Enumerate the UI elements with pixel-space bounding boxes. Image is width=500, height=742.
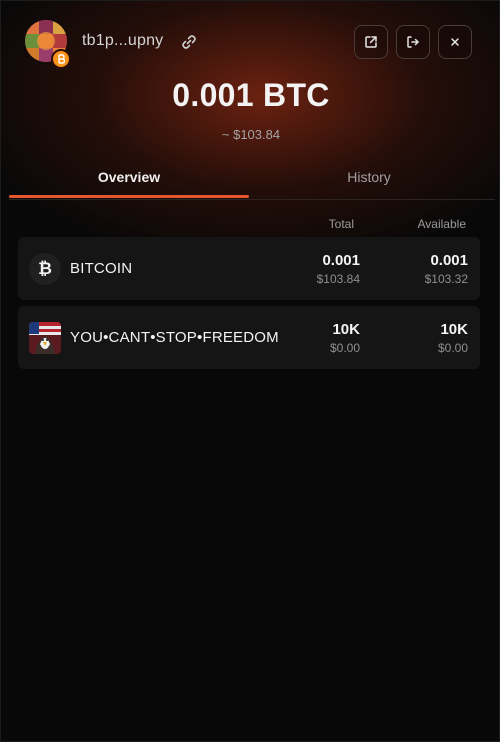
asset-total: 0.001 $103.84 — [317, 252, 360, 286]
link-icon[interactable] — [179, 32, 199, 52]
tab-history[interactable]: History — [249, 159, 489, 201]
asset-name: YOU•CANT•STOP•FREEDOM — [70, 329, 279, 346]
logout-icon — [407, 36, 419, 48]
asset-total: 10K $0.00 — [330, 321, 360, 355]
active-tab-indicator — [9, 195, 249, 198]
asset-available-amount: 10K — [440, 321, 468, 338]
asset-row-bitcoin[interactable]: ₿ BITCOIN 0.001 $103.84 0.001 $103.32 — [18, 237, 480, 300]
rune-image-icon — [29, 322, 61, 354]
column-header-total: Total — [328, 217, 354, 231]
external-link-icon — [365, 36, 377, 48]
logout-button[interactable] — [396, 25, 430, 59]
asset-available-usd: $0.00 — [437, 341, 468, 355]
asset-total-amount: 0.001 — [322, 252, 360, 269]
bitcoin-icon: ₿ — [29, 253, 61, 285]
balance-usd: ~ $103.84 — [221, 127, 281, 142]
asset-available: 0.001 $103.32 — [425, 252, 468, 286]
bitcoin-badge-icon — [51, 49, 71, 69]
close-icon — [451, 38, 459, 46]
balance-amount: 0.001 BTC — [172, 77, 330, 113]
wallet-panel: tb1p...upny 0.001 BTC ~ $103.84 Overview… — [0, 0, 500, 742]
close-button[interactable] — [438, 25, 472, 59]
asset-total-usd: $0.00 — [329, 341, 360, 355]
asset-row-rune[interactable]: YOU•CANT•STOP•FREEDOM 10K $0.00 10K $0.0… — [18, 306, 480, 369]
asset-name: BITCOIN — [70, 260, 133, 277]
wallet-address: tb1p...upny — [82, 32, 164, 49]
column-header-available: Available — [417, 217, 466, 231]
open-external-button[interactable] — [354, 25, 388, 59]
asset-available: 10K $0.00 — [438, 321, 468, 355]
asset-available-amount: 0.001 — [430, 252, 468, 269]
asset-total-usd: $103.84 — [316, 272, 360, 286]
wallet-header: tb1p...upny — [1, 1, 499, 81]
asset-available-usd: $103.32 — [424, 272, 468, 286]
tab-bar: Overview History — [9, 159, 495, 201]
asset-total-amount: 10K — [332, 321, 360, 338]
tab-divider — [9, 199, 495, 200]
